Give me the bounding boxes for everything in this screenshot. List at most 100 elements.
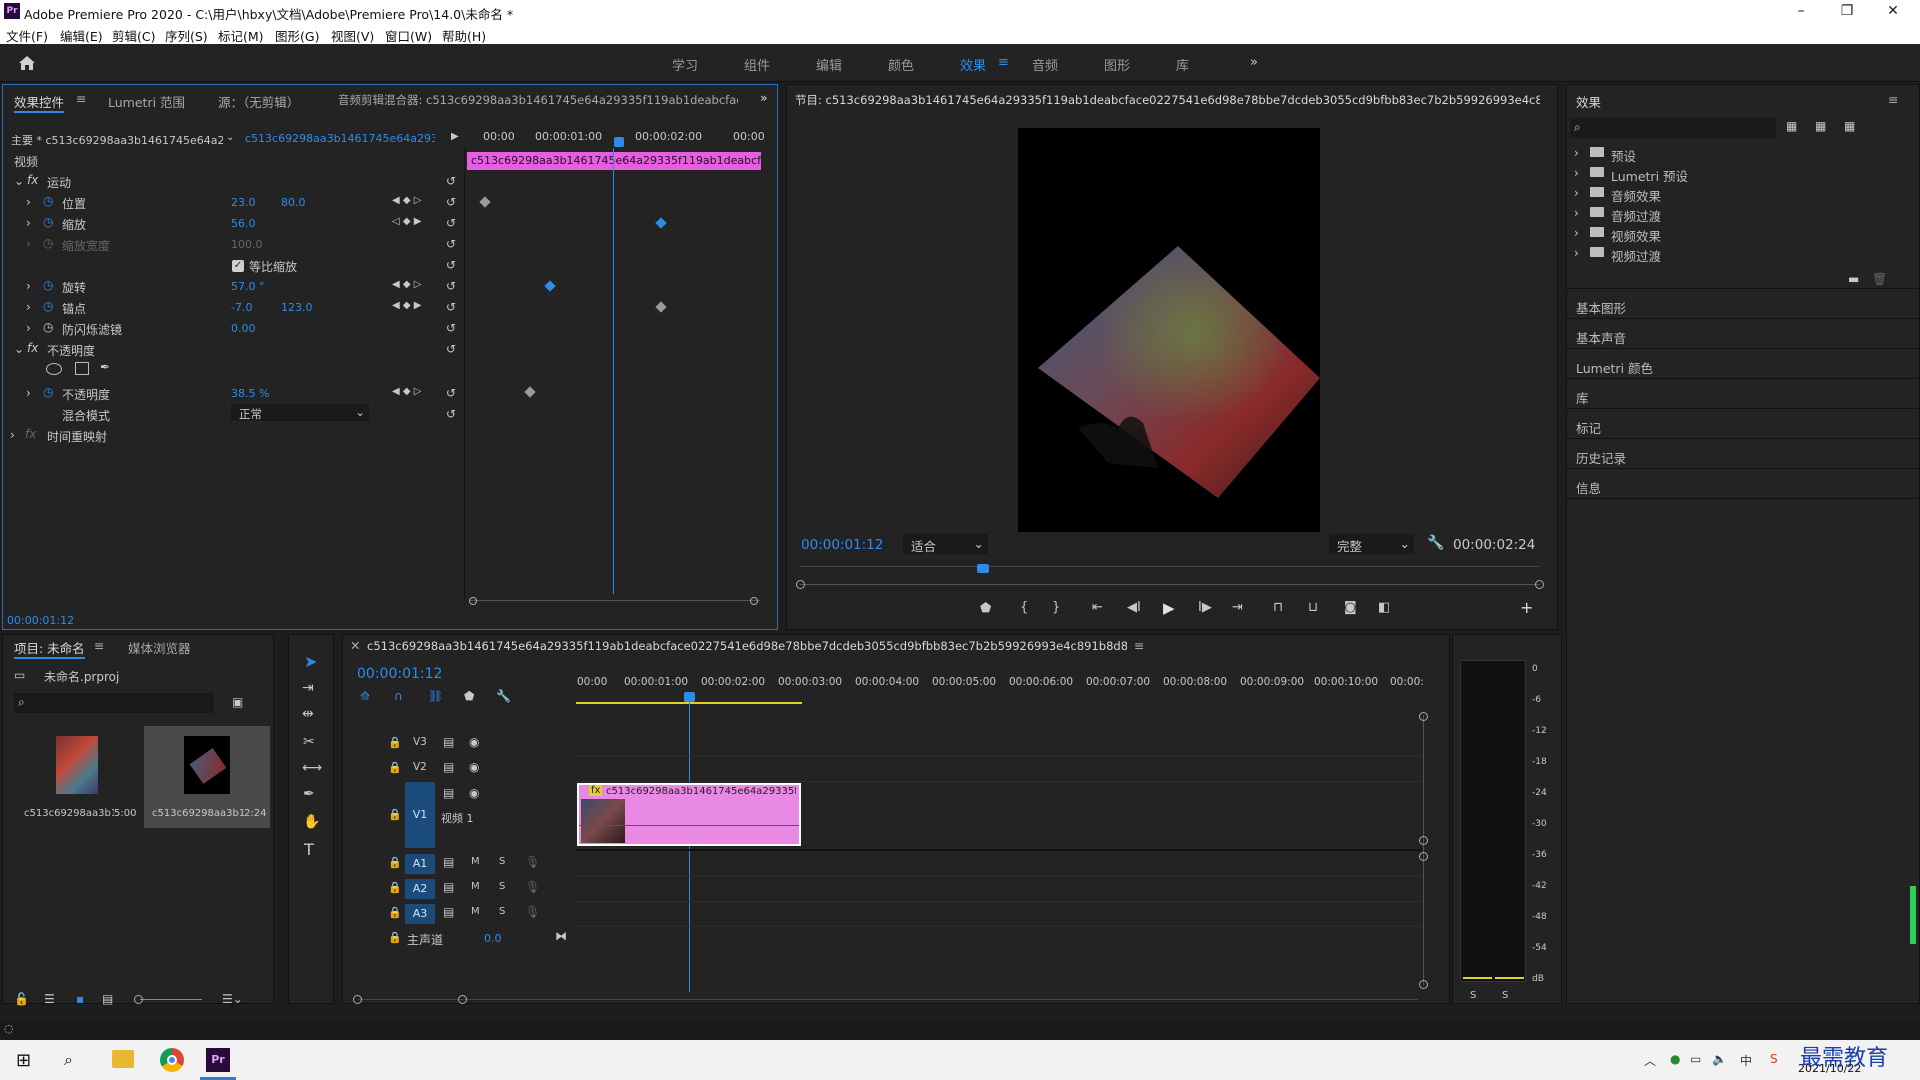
expand-icon[interactable]: › [1574,246,1579,260]
effects-search-input[interactable]: ⌕ [1570,118,1776,138]
solo-right-button[interactable]: S [1502,990,1508,1001]
pen-mask-icon[interactable]: ✒ [100,360,110,374]
expand-icon[interactable]: › [1574,226,1579,240]
eye-icon[interactable]: ◉ [469,786,479,800]
scroll-handle[interactable] [796,580,805,589]
resize-handle[interactable] [1910,886,1916,944]
tray-chevron-icon[interactable]: ︿ [1644,1052,1656,1069]
menu-graphics[interactable]: 图形(G) [275,26,319,45]
reset-icon[interactable]: ↺ [446,237,456,251]
scroll-handle[interactable] [353,995,362,1004]
reset-icon[interactable]: ↺ [446,258,456,272]
program-title[interactable]: 节目: c513c69298aa3b1461745e64a29335f119ab… [795,92,1540,108]
add-button-icon[interactable]: + [1520,598,1533,617]
program-timeline-bar[interactable] [800,566,1540,567]
accelerated-effects-icon[interactable]: ▦ [1786,119,1797,133]
play-only-audio-icon[interactable]: ▶ [451,131,459,142]
microphone-icon[interactable]: 🎙 [525,855,540,869]
insert-nest-icon[interactable]: ⟰ [360,689,370,703]
new-search-bin-icon[interactable]: ▣ [232,695,243,709]
source-patch-v1[interactable]: V1 [405,782,435,848]
premiere-taskbar-icon[interactable]: Pr [206,1048,230,1072]
film-icon[interactable]: ▤ [443,855,454,869]
anchor-y-value[interactable]: 123.0 [281,301,313,314]
search-icon[interactable]: ⌕ [64,1050,73,1070]
track-label-a2[interactable]: A2 [405,879,435,899]
trash-icon[interactable]: 🗑 [1872,272,1887,286]
track-label-a1[interactable]: A1 [405,854,435,874]
ripple-edit-tool-icon[interactable]: ⇹ [302,706,314,722]
film-icon[interactable]: ▤ [443,905,454,919]
scroll-handle[interactable] [458,995,467,1004]
menu-help[interactable]: 帮助(H) [442,26,486,45]
reset-icon[interactable]: ↺ [446,321,456,335]
expand-icon[interactable]: › [26,300,31,314]
stopwatch-icon[interactable]: ◷ [43,299,53,313]
quality-select[interactable]: 完整 ⌄ [1329,534,1414,554]
chrome-icon[interactable] [160,1048,184,1072]
tab-lumetri-scopes[interactable]: Lumetri 范围 [108,92,185,111]
more-workspaces-icon[interactable]: » [1250,55,1258,70]
effects-title[interactable]: 效果 [1576,92,1601,111]
menu-edit[interactable]: 编辑(E) [60,26,103,45]
tab-menu-icon[interactable]: ≡ [76,91,86,106]
workspace-audio[interactable]: 音频 [1032,55,1058,74]
expand-icon[interactable]: › [1574,206,1579,220]
workspace-assembly[interactable]: 组件 [744,55,770,74]
program-zoom-bar[interactable] [800,584,1540,585]
master-clip-label[interactable]: 主要 * c513c69298aa3b1461745e64a2... [11,132,223,148]
clip-name-link[interactable]: c513c69298aa3b1461745e64a29335f... [245,132,435,145]
razor-tool-icon[interactable]: ✂ [303,734,315,750]
chevron-down-icon[interactable]: ⌄ [226,132,234,143]
workspace-libraries[interactable]: 库 [1176,55,1189,74]
uniform-scale-checkbox[interactable]: ✓ [232,260,244,272]
reset-icon[interactable]: ↺ [446,216,456,230]
reset-icon[interactable]: ↺ [446,342,456,356]
slip-tool-icon[interactable]: ⟷ [302,760,322,776]
ec-playhead-handle[interactable] [614,137,624,147]
opacity-rubber-band[interactable] [579,825,799,826]
anchor-x-value[interactable]: -7.0 [231,301,252,314]
menu-marker[interactable]: 标记(M) [218,26,264,45]
sogou-icon[interactable]: S [1770,1052,1778,1066]
selection-tool-icon[interactable]: ➤ [304,652,317,671]
ec-zoom-scroll[interactable] [470,600,760,601]
wrench-icon[interactable]: 🔧 [1427,535,1444,551]
film-icon[interactable]: ▤ [443,735,454,749]
icon-view-icon[interactable]: ▪ [76,992,84,1006]
solo-button[interactable]: S [499,881,505,892]
position-y-value[interactable]: 80.0 [281,196,306,209]
zoom-slider[interactable] [140,999,202,1000]
yuv-effects-icon[interactable]: ▦ [1844,119,1855,133]
rectangle-mask-icon[interactable] [75,362,89,375]
timeline-timecode[interactable]: 00:00:01:12 [357,666,442,682]
keyframe-nav[interactable]: ◀ ◆ ▷ [392,386,421,397]
expand-icon[interactable]: › [10,428,15,442]
keyframe-nav[interactable]: ◀ ◆ ▷ [392,195,421,206]
ec-timecode[interactable]: 00:00:01:12 [7,614,74,627]
maximize-button[interactable]: ❐ [1824,0,1870,23]
reset-icon[interactable]: ↺ [446,386,456,400]
minimize-button[interactable]: – [1778,0,1824,23]
ime-icon[interactable]: 中 [1740,1052,1752,1069]
tab-source[interactable]: 源：（无剪辑） [218,92,299,111]
opacity-value[interactable]: 38.5 % [231,387,269,400]
freeform-view-icon[interactable]: ▤ [102,992,113,1006]
stopwatch-icon[interactable]: ◷ [43,278,53,292]
section-lumetri-color[interactable]: Lumetri 颜色 [1576,358,1653,377]
export-frame-icon[interactable]: ◙ [1344,600,1357,615]
expand-icon[interactable]: › [1574,186,1579,200]
solo-left-button[interactable]: S [1470,990,1476,1001]
scroll-handle[interactable] [469,597,477,605]
expand-icon[interactable]: › [26,216,31,230]
expand-icon[interactable]: › [26,279,31,293]
expand-icon[interactable]: › [26,321,31,335]
reset-icon[interactable]: ↺ [446,407,456,421]
scroll-handle[interactable] [1535,580,1544,589]
ec-clip-bar[interactable]: c513c69298aa3b1461745e64a29335f119ab1dea… [467,152,761,170]
tab-audio-clip-mixer[interactable]: 音频剪辑混合器: c513c69298aa3b1461745e64a29335f… [338,92,738,108]
tab-menu-icon[interactable]: ≡ [1134,638,1144,653]
fx-badge-icon[interactable]: fx [27,341,38,355]
project-item-selected[interactable]: c513c69298aa3b1... 2:24 [144,726,270,828]
mute-button[interactable]: M [471,856,480,867]
